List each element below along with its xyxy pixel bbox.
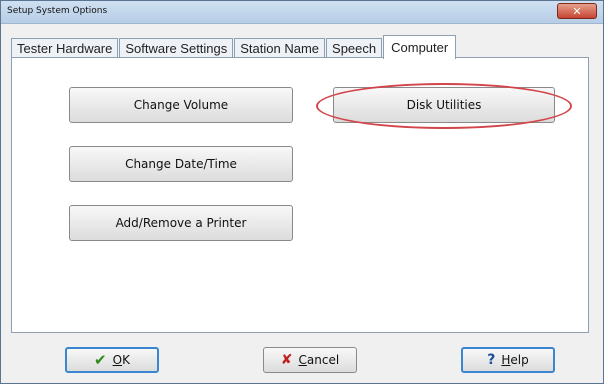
- tab-tester-hardware[interactable]: Tester Hardware: [11, 38, 119, 58]
- help-button[interactable]: ? Help: [461, 347, 555, 373]
- ok-button[interactable]: ✔ OK: [65, 347, 159, 373]
- title-bar[interactable]: Setup System Options ✕: [1, 1, 603, 24]
- question-icon: ?: [487, 352, 496, 368]
- setup-system-options-window: Setup System Options ✕ Tester Hardware S…: [0, 0, 604, 384]
- help-label-rest: elp: [510, 353, 529, 367]
- add-remove-printer-button[interactable]: Add/Remove a Printer: [69, 205, 293, 241]
- cancel-label-rest: ancel: [306, 353, 340, 367]
- tab-computer[interactable]: Computer: [383, 35, 457, 59]
- cancel-button[interactable]: ✘ Cancel: [263, 347, 357, 373]
- tab-station-name[interactable]: Station Name: [234, 38, 326, 58]
- change-date-time-button[interactable]: Change Date/Time: [69, 146, 293, 182]
- disk-utilities-button[interactable]: Disk Utilities: [333, 87, 555, 123]
- close-icon: ✕: [572, 5, 582, 18]
- tab-speech[interactable]: Speech: [326, 38, 383, 58]
- ok-label-rest: K: [122, 353, 130, 367]
- checkmark-icon: ✔: [94, 351, 107, 369]
- cancel-mnemonic: C: [298, 353, 307, 367]
- ok-mnemonic: O: [112, 353, 123, 367]
- window-title: Setup System Options: [7, 6, 108, 16]
- help-mnemonic: H: [501, 353, 511, 367]
- change-volume-button[interactable]: Change Volume: [69, 87, 293, 123]
- x-icon: ✘: [280, 352, 293, 368]
- tab-software-settings[interactable]: Software Settings: [119, 38, 234, 58]
- close-button[interactable]: ✕: [557, 3, 597, 19]
- tab-strip: Tester Hardware Software Settings Statio…: [11, 34, 457, 59]
